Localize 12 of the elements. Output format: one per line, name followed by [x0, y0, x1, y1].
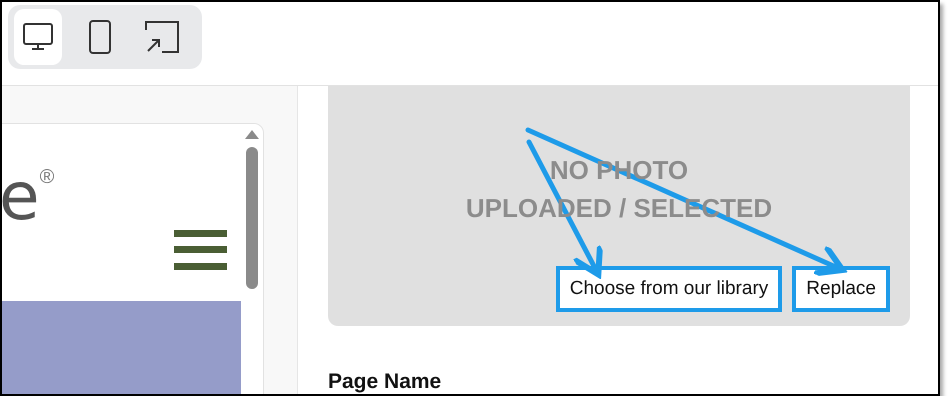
phone-icon [89, 20, 111, 54]
popout-icon [145, 21, 179, 53]
library-button[interactable]: Choose from our library [556, 266, 782, 312]
replace-button[interactable]: Replace [792, 266, 890, 312]
logo-text: e [2, 164, 40, 230]
monitor-icon [23, 23, 53, 51]
menu-icon[interactable] [174, 230, 228, 270]
scroll-up-icon[interactable] [245, 130, 259, 139]
registered-mark: ® [40, 166, 54, 189]
scrollbar-thumb[interactable] [246, 147, 258, 289]
section-heading: Page Name [328, 370, 442, 394]
device-tab[interactable] [14, 9, 62, 65]
